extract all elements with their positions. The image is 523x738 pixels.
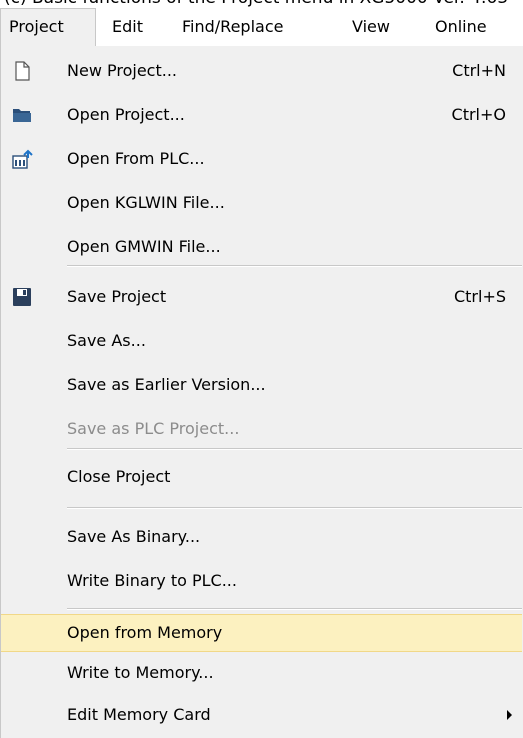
menubar-edit[interactable]: Edit [104, 8, 151, 46]
menu-item-new-project[interactable]: New Project... Ctrl+N [1, 52, 522, 90]
menu-item-shortcut: Ctrl+N [452, 61, 506, 80]
menu-separator [67, 448, 522, 450]
menu-item-save-as-plc-project: Save as PLC Project... [1, 410, 522, 448]
cropped-caption: (c) Basic functions of the Project menu … [0, 0, 523, 8]
menu-item-open-project[interactable]: Open Project... Ctrl+O [1, 96, 522, 134]
new-document-icon [11, 60, 33, 82]
menu-item-close-project[interactable]: Close Project [1, 458, 522, 496]
menu-item-save-project[interactable]: Save Project Ctrl+S [1, 278, 522, 316]
menu-item-label: Save As... [67, 331, 146, 350]
menu-item-label: Open GMWIN File... [67, 237, 221, 256]
menu-item-label: Save As Binary... [67, 527, 201, 546]
menu-separator [67, 507, 522, 509]
menu-item-label: Close Project [67, 467, 171, 486]
menu-item-save-as-earlier-version[interactable]: Save as Earlier Version... [1, 366, 522, 404]
cropped-caption-text: (c) Basic functions of the Project menu … [4, 0, 508, 8]
menu-item-label: New Project... [67, 61, 177, 80]
menu-separator [67, 608, 522, 610]
menu-item-shortcut: Ctrl+O [451, 105, 506, 124]
menu-item-edit-memory-card[interactable]: Edit Memory Card [1, 696, 522, 734]
menu-item-label: Edit Memory Card [67, 705, 211, 724]
menu-separator [67, 265, 522, 267]
menu-item-open-kglwin[interactable]: Open KGLWIN File... [1, 184, 522, 222]
menu-item-open-gmwin[interactable]: Open GMWIN File... [1, 228, 522, 266]
menu-item-open-from-memory[interactable]: Open from Memory [1, 614, 522, 652]
project-menu-dropdown: New Project... Ctrl+N Open Project... Ct… [0, 46, 523, 738]
submenu-arrow-icon [507, 710, 512, 720]
menu-item-label: Write Binary to PLC... [67, 571, 237, 590]
menu-item-write-binary-to-plc[interactable]: Write Binary to PLC... [1, 562, 522, 600]
menu-item-label: Open KGLWIN File... [67, 193, 225, 212]
menu-item-write-to-memory[interactable]: Write to Memory... [1, 654, 522, 692]
menu-item-label: Open Project... [67, 105, 185, 124]
menubar-project[interactable]: Project [0, 8, 96, 46]
menu-item-shortcut: Ctrl+S [453, 287, 506, 306]
menu-item-open-from-plc[interactable]: Open From PLC... [1, 140, 522, 178]
menu-item-save-as[interactable]: Save As... [1, 322, 522, 360]
save-floppy-icon [11, 286, 33, 308]
menu-item-label: Open From PLC... [67, 149, 205, 168]
menu-item-save-as-binary[interactable]: Save As Binary... [1, 518, 522, 556]
open-from-plc-icon [11, 148, 33, 170]
menu-bar: Project Edit Find/Replace View Online [0, 8, 523, 46]
menu-item-label: Open from Memory [67, 623, 223, 642]
menu-item-label: Save as PLC Project... [67, 419, 240, 438]
menu-item-label: Write to Memory... [67, 663, 214, 682]
open-folder-icon [11, 104, 33, 126]
menubar-find-replace[interactable]: Find/Replace [174, 8, 291, 46]
menubar-view[interactable]: View [344, 8, 398, 46]
menubar-online[interactable]: Online [427, 8, 495, 46]
menu-item-label: Save as Earlier Version... [67, 375, 266, 394]
menu-item-label: Save Project [67, 287, 167, 306]
